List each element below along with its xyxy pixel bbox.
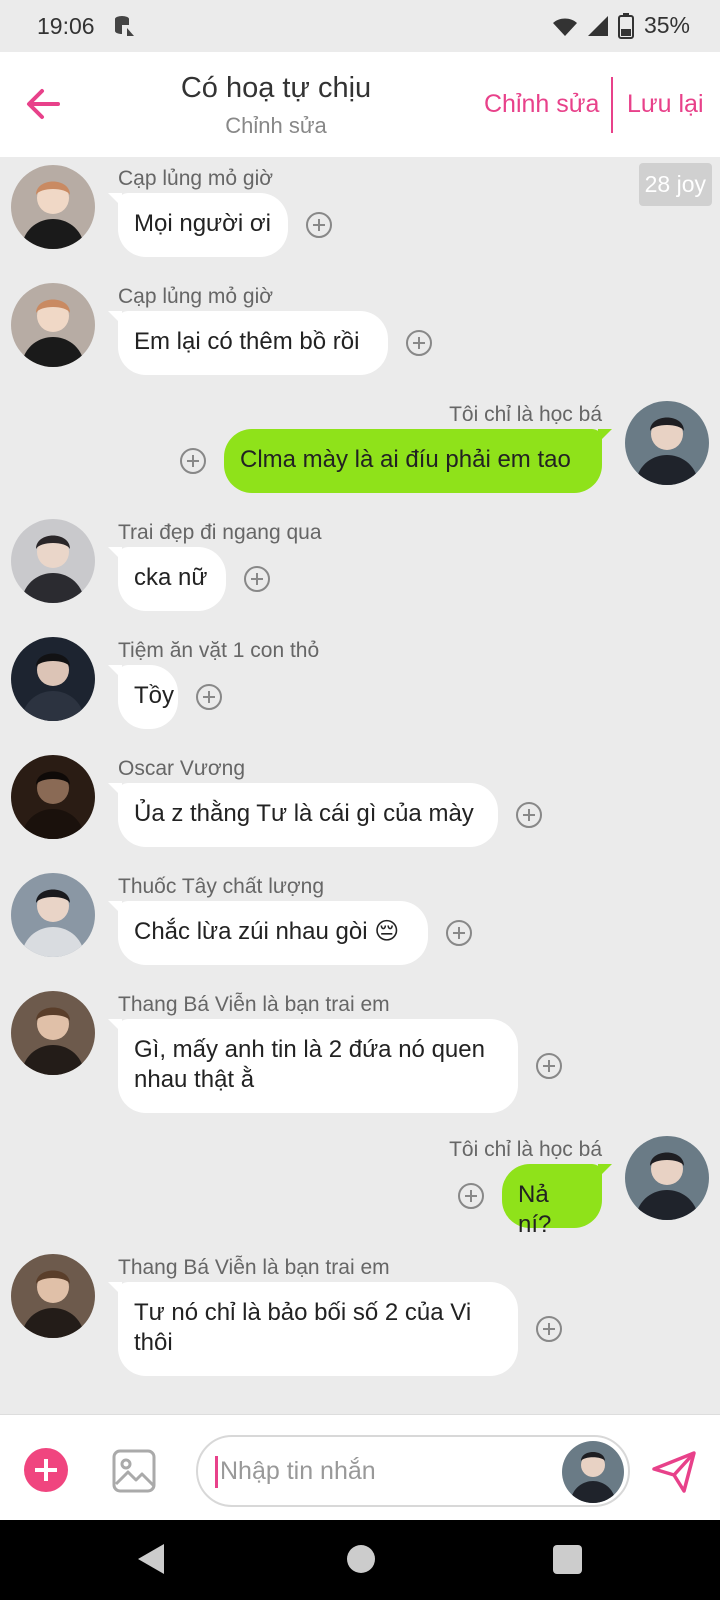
sender-name: Tôi chỉ là học bá bbox=[449, 403, 602, 426]
sender-name: Cạp lủng mỏ giờ bbox=[118, 167, 274, 190]
nav-recents-icon[interactable] bbox=[553, 1545, 582, 1574]
message-bubble[interactable]: Em lại có thêm bồ rồi bbox=[108, 311, 388, 375]
avatar[interactable] bbox=[11, 519, 95, 603]
status-time: 19:06 bbox=[37, 13, 95, 39]
avatar[interactable] bbox=[625, 1136, 709, 1220]
sender-name: Thang Bá Viễn là bạn trai em bbox=[118, 1256, 390, 1279]
add-reaction-icon[interactable] bbox=[244, 566, 270, 592]
system-nav-bar bbox=[0, 1520, 720, 1600]
text-cursor bbox=[215, 1456, 218, 1488]
edit-button[interactable]: Chỉnh sửa bbox=[484, 90, 599, 119]
add-reaction-icon[interactable] bbox=[180, 448, 206, 474]
avatar[interactable] bbox=[625, 401, 709, 485]
arrow-left-icon[interactable] bbox=[22, 84, 62, 124]
add-reaction-icon[interactable] bbox=[196, 684, 222, 710]
joy-badge: 28 joy bbox=[638, 163, 712, 206]
message-bubble[interactable]: Clma mày là ai đíu phải em tao bbox=[224, 429, 612, 493]
chat-area[interactable]: 28 joy Cạp lủng mỏ giờ Mọi người ơi Cạp lủ… bbox=[0, 157, 720, 1414]
composer-bar bbox=[0, 1414, 720, 1520]
status-bar: 19:06 35% bbox=[0, 0, 720, 52]
message-bubble[interactable]: cka nữ bbox=[108, 547, 226, 611]
avatar[interactable] bbox=[11, 165, 95, 249]
sender-name: Thang Bá Viễn là bạn trai em bbox=[118, 993, 390, 1016]
header-divider bbox=[611, 77, 613, 133]
avatar[interactable] bbox=[562, 1441, 624, 1503]
add-reaction-icon[interactable] bbox=[306, 212, 332, 238]
add-reaction-icon[interactable] bbox=[536, 1316, 562, 1342]
battery-icon bbox=[617, 12, 634, 39]
nav-back-icon[interactable] bbox=[136, 1542, 166, 1576]
message-bubble[interactable]: Chắc lừa zúi nhau gòi 😔 bbox=[108, 901, 428, 965]
message-bubble[interactable]: Tồy bbox=[108, 665, 178, 729]
nav-home-icon[interactable] bbox=[347, 1545, 375, 1573]
add-reaction-icon[interactable] bbox=[516, 802, 542, 828]
message-input[interactable] bbox=[220, 1452, 540, 1490]
sender-name: Oscar Vương bbox=[118, 757, 246, 780]
signal-icon bbox=[587, 15, 608, 36]
sender-name: Tôi chỉ là học bá bbox=[449, 1138, 602, 1161]
sender-name: Tiệm ăn vặt 1 con thỏ bbox=[118, 639, 320, 662]
wifi-icon bbox=[552, 18, 577, 36]
image-icon[interactable] bbox=[111, 1448, 157, 1494]
title-block: Có hoạ tự chịu Chỉnh sửa bbox=[140, 72, 412, 139]
status-right: 35% bbox=[552, 12, 690, 39]
avatar[interactable] bbox=[11, 1254, 95, 1338]
avatar[interactable] bbox=[11, 873, 95, 957]
message-bubble[interactable]: Nả ní? bbox=[502, 1164, 612, 1238]
save-button[interactable]: Lưu lại bbox=[627, 90, 704, 119]
avatar[interactable] bbox=[11, 755, 95, 839]
message-bubble[interactable]: Ủa z thằng Tư là cái gì của mày bbox=[108, 783, 498, 847]
add-reaction-icon[interactable] bbox=[458, 1183, 484, 1209]
sender-name: Trai đẹp đi ngang qua bbox=[118, 521, 322, 544]
avatar[interactable] bbox=[11, 283, 95, 367]
add-reaction-icon[interactable] bbox=[406, 330, 432, 356]
message-bubble[interactable]: Mọi người ơi bbox=[108, 193, 288, 257]
battery-percent: 35% bbox=[643, 12, 690, 38]
message-bubble[interactable]: Tư nó chỉ là bảo bối số 2 của Vi thôi bbox=[108, 1282, 518, 1376]
send-icon[interactable] bbox=[650, 1447, 698, 1495]
sender-name: Thuốc Tây chất lượng bbox=[118, 875, 325, 898]
sender-name: Cạp lủng mỏ giờ bbox=[118, 285, 274, 308]
message-bubble[interactable]: Gì, mấy anh tin là 2 đứa nó quen nhau th… bbox=[108, 1019, 518, 1113]
page-subtitle: Chỉnh sửa bbox=[225, 113, 327, 138]
avatar[interactable] bbox=[11, 637, 95, 721]
data-saver-icon bbox=[115, 16, 134, 36]
page-title: Có hoạ tự chịu bbox=[180, 72, 372, 104]
message-input-wrapper[interactable] bbox=[196, 1435, 630, 1507]
avatar[interactable] bbox=[11, 991, 95, 1075]
add-reaction-icon[interactable] bbox=[446, 920, 472, 946]
plus-icon[interactable] bbox=[24, 1448, 68, 1492]
add-reaction-icon[interactable] bbox=[536, 1053, 562, 1079]
chat-header: Có hoạ tự chịu Chỉnh sửa Chỉnh sửa Lưu l… bbox=[0, 52, 720, 157]
